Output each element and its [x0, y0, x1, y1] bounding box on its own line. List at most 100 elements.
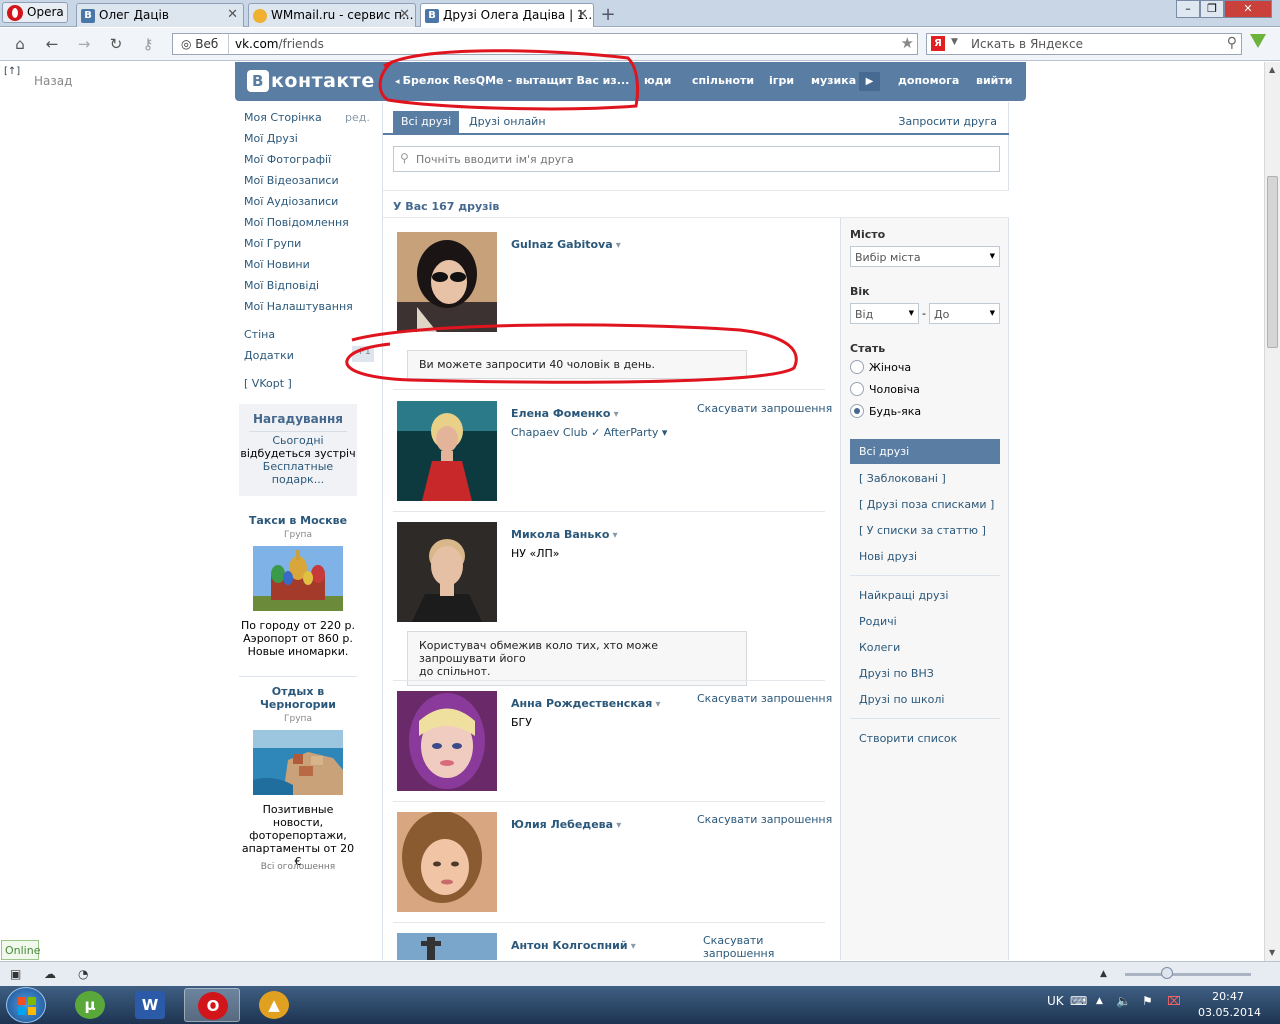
back-up-icon[interactable]: [↑]: [4, 66, 20, 77]
bookmark-star-icon[interactable]: ★: [901, 34, 914, 52]
reminder-gifts-link[interactable]: Бесплатные: [239, 460, 357, 473]
opera-menu-button[interactable]: Opera: [2, 2, 68, 23]
scroll-down-icon[interactable]: ▼: [1269, 948, 1275, 957]
keyboard-icon[interactable]: ⌨: [1070, 994, 1087, 1008]
friend-avatar[interactable]: [397, 812, 497, 912]
nav-logout[interactable]: вийти: [976, 74, 1012, 87]
age-to-select[interactable]: До: [929, 303, 1000, 324]
sidebar-edit-link[interactable]: ред.: [345, 111, 370, 124]
chevron-down-icon[interactable]: ▼: [951, 37, 958, 47]
friend-avatar[interactable]: [397, 933, 497, 960]
system-clock[interactable]: 20:47 03.05.2014: [1198, 989, 1261, 1021]
zoom-slider-track[interactable]: [1125, 973, 1251, 976]
sidebar-item-audio[interactable]: Мої Аудіозаписи: [244, 195, 338, 208]
ad-block-montenegro[interactable]: Отдых в Черногории Група Позитивные ново…: [238, 685, 358, 868]
web-badge[interactable]: ◎ Веб: [173, 34, 229, 54]
language-indicator[interactable]: UK: [1047, 994, 1064, 1008]
volume-icon[interactable]: 🔈: [1116, 994, 1131, 1008]
minimize-icon[interactable]: –: [1176, 0, 1200, 18]
view-icon[interactable]: ▲: [1100, 969, 1107, 979]
key-icon[interactable]: ⚷: [138, 35, 158, 53]
friend-avatar[interactable]: [397, 232, 497, 332]
download-icon[interactable]: [1250, 34, 1266, 48]
cancel-invite-button[interactable]: Скасувати запрошення: [697, 402, 832, 415]
sex-radio-female[interactable]: Жіноча: [850, 360, 911, 374]
sidebar-item-answers[interactable]: Мої Відповіді: [244, 279, 319, 292]
list-colleagues[interactable]: Колеги: [859, 641, 900, 654]
friend-name[interactable]: Gulnaz Gabitova: [511, 238, 621, 251]
tray-expand-icon[interactable]: ▲: [1096, 996, 1103, 1006]
tab-oleg[interactable]: В Олег Даців ✕: [76, 3, 244, 27]
header-ad-text[interactable]: Брелок ResQMe - вытащит Вас из...: [395, 74, 630, 87]
all-ads-link[interactable]: Всі оголошення: [238, 862, 358, 872]
friend-avatar[interactable]: [397, 401, 497, 501]
restore-icon[interactable]: ❐: [1200, 0, 1224, 18]
list-new-friends[interactable]: Нові друзі: [859, 550, 917, 563]
ad-title[interactable]: Отдых в Черногории: [238, 685, 358, 711]
cancel-invite-button[interactable]: Скасувати запрошення: [697, 813, 832, 826]
windows-start-button[interactable]: [6, 987, 46, 1023]
ad-image-kremlin[interactable]: [253, 546, 343, 611]
sidebar-item-friends[interactable]: Мої Друзі: [244, 132, 298, 145]
list-university[interactable]: Друзі по ВНЗ: [859, 667, 934, 680]
address-bar[interactable]: ◎ Веб vk.com/friends ★: [172, 33, 918, 55]
taskbar-word[interactable]: W: [122, 988, 178, 1022]
search-icon[interactable]: ⚲: [1227, 35, 1237, 51]
sidebar-item-wall[interactable]: Стіна: [244, 328, 275, 341]
sidebar-item-apps[interactable]: Додатки: [244, 349, 294, 362]
friend-name[interactable]: Анна Рождественская: [511, 697, 660, 710]
tab-friends-active[interactable]: В Друзі Олега Дацiва | 1... ✕: [420, 3, 594, 27]
scrollbar-thumb[interactable]: [1267, 176, 1278, 348]
reload-icon[interactable]: ↻: [106, 35, 126, 53]
sex-radio-any[interactable]: Будь-яка: [850, 404, 921, 418]
forward-icon[interactable]: →: [74, 35, 94, 53]
ad-block-taxi[interactable]: Такси в Москве Група По городу от 220 р.…: [238, 514, 358, 658]
friend-name[interactable]: Антон Колгоспний: [511, 939, 636, 952]
scroll-up-icon[interactable]: ▲: [1269, 65, 1275, 74]
sidebar-item-messages[interactable]: Мої Повідомлення: [244, 216, 349, 229]
back-link[interactable]: Назад: [34, 74, 72, 88]
ad-image-coast[interactable]: [253, 730, 343, 795]
sidebar-item-groups[interactable]: Мої Групи: [244, 237, 301, 250]
sidebar-item-my-page[interactable]: Моя Сторінка: [244, 111, 322, 124]
close-tab-icon[interactable]: ✕: [577, 7, 588, 22]
list-relatives[interactable]: Родичі: [859, 615, 897, 628]
nav-music[interactable]: музика: [811, 74, 856, 87]
sex-radio-male[interactable]: Чоловіча: [850, 382, 920, 396]
friend-name[interactable]: Елена Фоменко: [511, 407, 619, 420]
sidebar-item-vkopt[interactable]: [ VKopt ]: [244, 377, 292, 390]
friend-search-input[interactable]: Почніть вводити ім'я друга: [393, 146, 1000, 172]
panel-toggle-icon[interactable]: ▣: [10, 967, 21, 981]
create-list-link[interactable]: Створити список: [859, 732, 957, 745]
invite-friend-link[interactable]: Запросити друга: [898, 115, 997, 128]
action-center-icon[interactable]: ⚑: [1142, 994, 1153, 1008]
friend-name[interactable]: Микола Ванько: [511, 528, 618, 541]
back-icon[interactable]: ←: [42, 35, 62, 53]
age-from-select[interactable]: Від: [850, 303, 919, 324]
sidebar-item-photos[interactable]: Мої Фотографії: [244, 153, 331, 166]
zoom-slider-knob[interactable]: [1161, 967, 1173, 979]
taskbar-opera[interactable]: O: [184, 988, 240, 1022]
sidebar-item-news[interactable]: Мої Новини: [244, 258, 310, 271]
close-tab-icon[interactable]: ✕: [227, 7, 238, 22]
cancel-invite-button[interactable]: Скасувати запрошення: [703, 934, 774, 960]
ad-title[interactable]: Такси в Москве: [238, 514, 358, 527]
home-icon[interactable]: ⌂: [10, 35, 30, 53]
reminder-today[interactable]: Сьогодні: [239, 434, 357, 447]
list-all-friends[interactable]: Всі друзі: [850, 439, 1000, 464]
list-by-sex[interactable]: [ У списки за статтю ]: [859, 524, 986, 537]
friend-name[interactable]: Юлия Лебедева: [511, 818, 621, 831]
list-outside-lists[interactable]: [ Друзі поза списками ]: [859, 498, 994, 511]
sidebar-item-settings[interactable]: Мої Налаштування: [244, 300, 353, 313]
nav-help[interactable]: допомога: [898, 74, 959, 87]
new-tab-icon[interactable]: +: [598, 4, 618, 25]
friend-group-info[interactable]: Chapaev Club ✓ AfterParty ▾: [511, 426, 667, 439]
close-tab-icon[interactable]: ✕: [399, 7, 410, 22]
network-icon[interactable]: ⌧: [1167, 994, 1181, 1008]
nav-people[interactable]: юди: [644, 74, 671, 87]
taskbar-aimp[interactable]: ▲: [246, 988, 302, 1022]
tab-wmmail[interactable]: WMmail.ru - сервис п... ✕: [248, 3, 416, 27]
friend-avatar[interactable]: [397, 691, 497, 791]
sidebar-item-videos[interactable]: Мої Відеозаписи: [244, 174, 339, 187]
cancel-invite-button[interactable]: Скасувати запрошення: [697, 692, 832, 705]
